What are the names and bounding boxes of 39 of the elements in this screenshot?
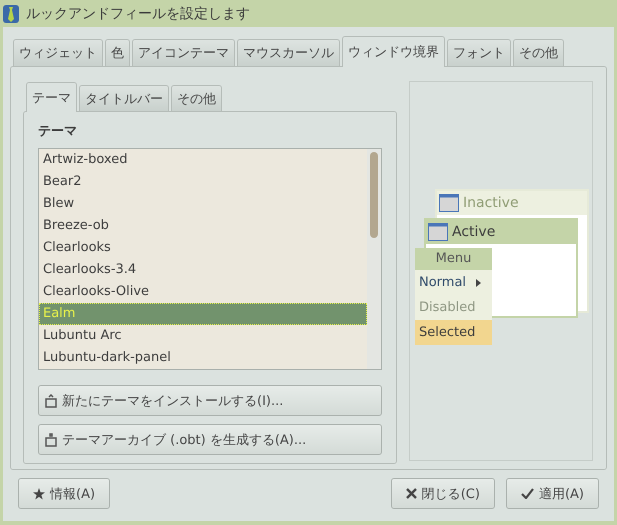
theme-list-item[interactable]: Breeze-ob: [39, 215, 367, 237]
window-icon: [428, 223, 448, 241]
close-button[interactable]: 閉じる(C): [390, 478, 495, 509]
theme-action-button[interactable]: テーマアーカイブ (.obt) を生成する(A)...: [38, 424, 382, 455]
checkmark-icon: [520, 488, 534, 499]
tab[interactable]: マウスカーソル: [237, 39, 340, 66]
about-button[interactable]: 情報(A): [18, 478, 110, 509]
submenu-arrow-icon: [476, 278, 482, 286]
tab[interactable]: ウィジェット: [13, 39, 103, 66]
theme-list-item[interactable]: Bear2: [39, 171, 367, 193]
theme-list-item[interactable]: Artwiz-boxed: [39, 149, 367, 171]
apply-button[interactable]: 適用(A): [506, 478, 599, 509]
window-title: ルックアンドフィールを設定します: [26, 4, 250, 22]
theme-list-item[interactable]: Lubuntu-dark-panel: [39, 347, 367, 369]
window-title-preview: Inactive: [463, 195, 519, 211]
theme-list-item[interactable]: Clearlooks: [39, 237, 367, 259]
star-icon: [33, 488, 45, 500]
theme-list-item[interactable]: Clearlooks-3.4: [39, 259, 367, 281]
box-icon: [45, 432, 57, 446]
tab[interactable]: アイコンテーマ: [132, 39, 235, 66]
tab[interactable]: タイトルバー: [79, 85, 169, 111]
theme-list-item[interactable]: Lubuntu Arc: [39, 325, 367, 347]
scrollbar[interactable]: [367, 149, 381, 369]
tab[interactable]: フォント: [447, 39, 511, 66]
section-heading: テーマ: [38, 123, 78, 140]
theme-list-item[interactable]: Blew: [39, 193, 367, 215]
tab[interactable]: その他: [513, 39, 564, 66]
window-icon: [439, 194, 459, 212]
tab[interactable]: ウィンドウ境界: [342, 36, 445, 67]
window-title-preview: Active: [452, 224, 496, 240]
theme-action-button[interactable]: 新たにテーマをインストールする(I)...: [38, 385, 382, 416]
tab[interactable]: その他: [171, 85, 222, 111]
upload-icon: [45, 394, 57, 408]
necktie-icon: [2, 4, 20, 24]
menu-title: Menu: [415, 248, 492, 270]
theme-list-item[interactable]: Clearlooks-Olive: [39, 281, 367, 303]
close-icon: [406, 488, 417, 499]
tab[interactable]: 色: [105, 39, 130, 66]
tab[interactable]: テーマ: [26, 82, 77, 112]
